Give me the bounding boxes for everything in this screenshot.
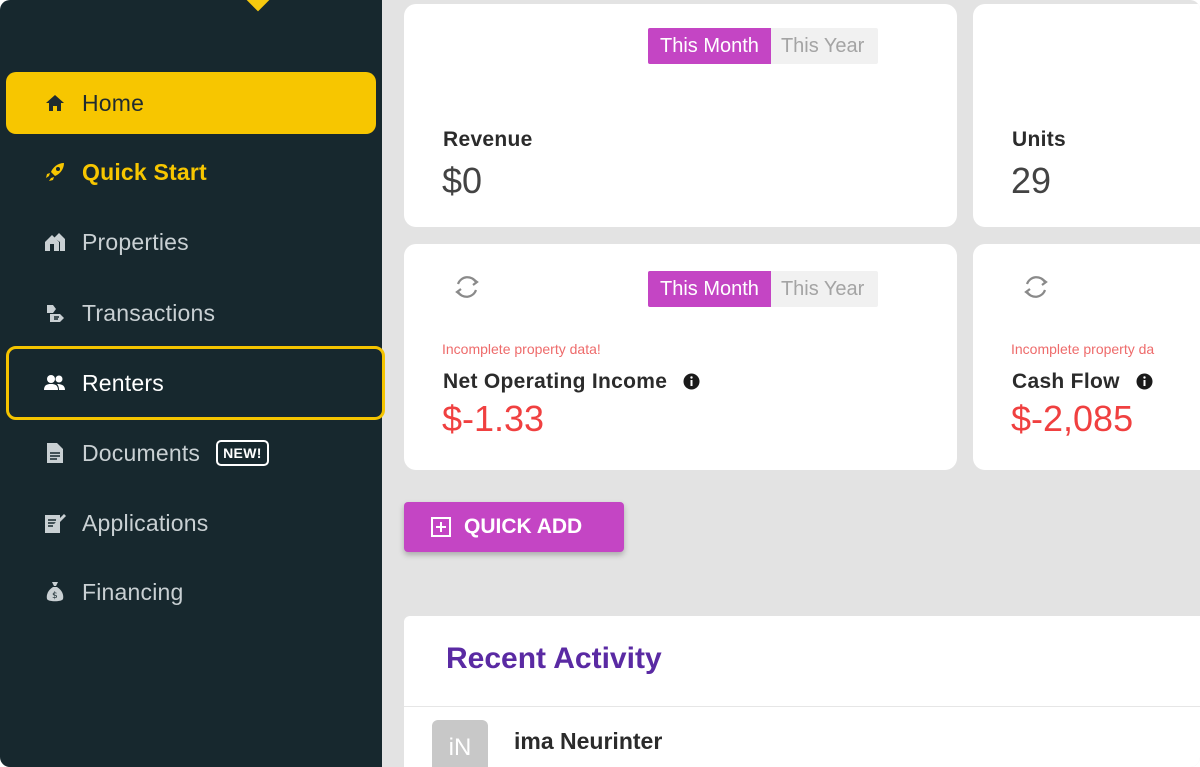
- sidebar-item-financing[interactable]: $ Financing: [6, 561, 376, 623]
- sidebar: Home Quick Start Properties Transactions: [0, 0, 385, 767]
- sidebar-item-transactions[interactable]: Transactions: [6, 282, 376, 344]
- info-icon[interactable]: [1136, 373, 1153, 390]
- sidebar-item-label: Home: [82, 89, 145, 116]
- sidebar-item-label: Quick Start: [82, 158, 207, 185]
- units-value: 29: [1011, 160, 1052, 201]
- app-frame: Home Quick Start Properties Transactions: [0, 0, 1200, 767]
- users-icon: [44, 372, 66, 394]
- quick-add-button[interactable]: QUICK ADD: [404, 502, 624, 552]
- properties-icon: [44, 231, 66, 253]
- units-card: Units 29: [973, 4, 1200, 227]
- svg-text:$: $: [52, 591, 58, 601]
- this-month-toggle[interactable]: This Month: [648, 28, 771, 64]
- cash-flow-label-text: Cash Flow: [1012, 370, 1120, 393]
- plus-square-icon: [431, 517, 451, 537]
- cash-flow-value: $-2,085: [1011, 398, 1134, 439]
- noi-label: Net Operating Income: [443, 370, 700, 394]
- this-year-toggle[interactable]: This Year: [771, 28, 878, 64]
- incomplete-data-warning: Incomplete property data!: [442, 341, 601, 357]
- refresh-icon[interactable]: [1021, 272, 1051, 302]
- period-toggle: This Month This Year: [648, 271, 879, 307]
- quick-add-label: QUICK ADD: [464, 515, 583, 538]
- cash-flow-label: Cash Flow: [1012, 370, 1153, 394]
- incomplete-data-warning: Incomplete property da: [1011, 341, 1155, 357]
- sidebar-item-label: Properties: [82, 228, 189, 255]
- sidebar-item-label: Financing: [82, 578, 184, 605]
- transactions-icon: [44, 302, 66, 324]
- units-label: Units: [1012, 128, 1066, 151]
- sidebar-item-applications[interactable]: Applications: [6, 492, 376, 554]
- new-badge: NEW!: [216, 440, 269, 466]
- net-operating-income-card: This Month This Year Incomplete property…: [404, 244, 957, 470]
- sidebar-item-properties[interactable]: Properties: [6, 211, 376, 273]
- applications-icon: [44, 512, 66, 534]
- sidebar-item-renters[interactable]: Renters: [6, 352, 376, 414]
- rocket-icon: [44, 161, 66, 183]
- period-toggle: This Month This Year: [648, 28, 879, 64]
- activity-item-name[interactable]: ima Neurinter: [514, 728, 662, 755]
- noi-label-text: Net Operating Income: [443, 370, 668, 393]
- recent-activity-title: Recent Activity: [446, 642, 662, 675]
- sidebar-item-documents[interactable]: Documents NEW!: [6, 422, 376, 484]
- logo-mark: [246, 0, 270, 12]
- sidebar-item-home[interactable]: Home: [6, 72, 376, 134]
- document-icon: [44, 442, 66, 464]
- sidebar-item-quick-start[interactable]: Quick Start: [6, 141, 376, 203]
- this-year-toggle[interactable]: This Year: [771, 271, 878, 307]
- sidebar-item-label: Documents: [82, 439, 201, 466]
- sidebar-item-label: Applications: [82, 509, 209, 536]
- sidebar-item-label: Transactions: [82, 299, 216, 326]
- noi-value: $-1.33: [442, 398, 545, 439]
- money-bag-icon: $: [44, 581, 66, 603]
- revenue-value: $0: [442, 160, 483, 201]
- revenue-label: Revenue: [443, 128, 533, 151]
- revenue-card: This Month This Year Revenue $0: [404, 4, 957, 227]
- refresh-icon[interactable]: [452, 272, 482, 302]
- this-month-toggle[interactable]: This Month: [648, 271, 771, 307]
- info-icon[interactable]: [683, 373, 700, 390]
- home-icon: [44, 92, 66, 114]
- avatar: iN: [432, 720, 488, 767]
- sidebar-item-label: Renters: [82, 369, 164, 396]
- recent-activity-panel: Recent Activity iN ima Neurinter: [404, 616, 1200, 767]
- cash-flow-card: Incomplete property da Cash Flow $-2,085: [973, 244, 1200, 470]
- divider: [404, 706, 1200, 707]
